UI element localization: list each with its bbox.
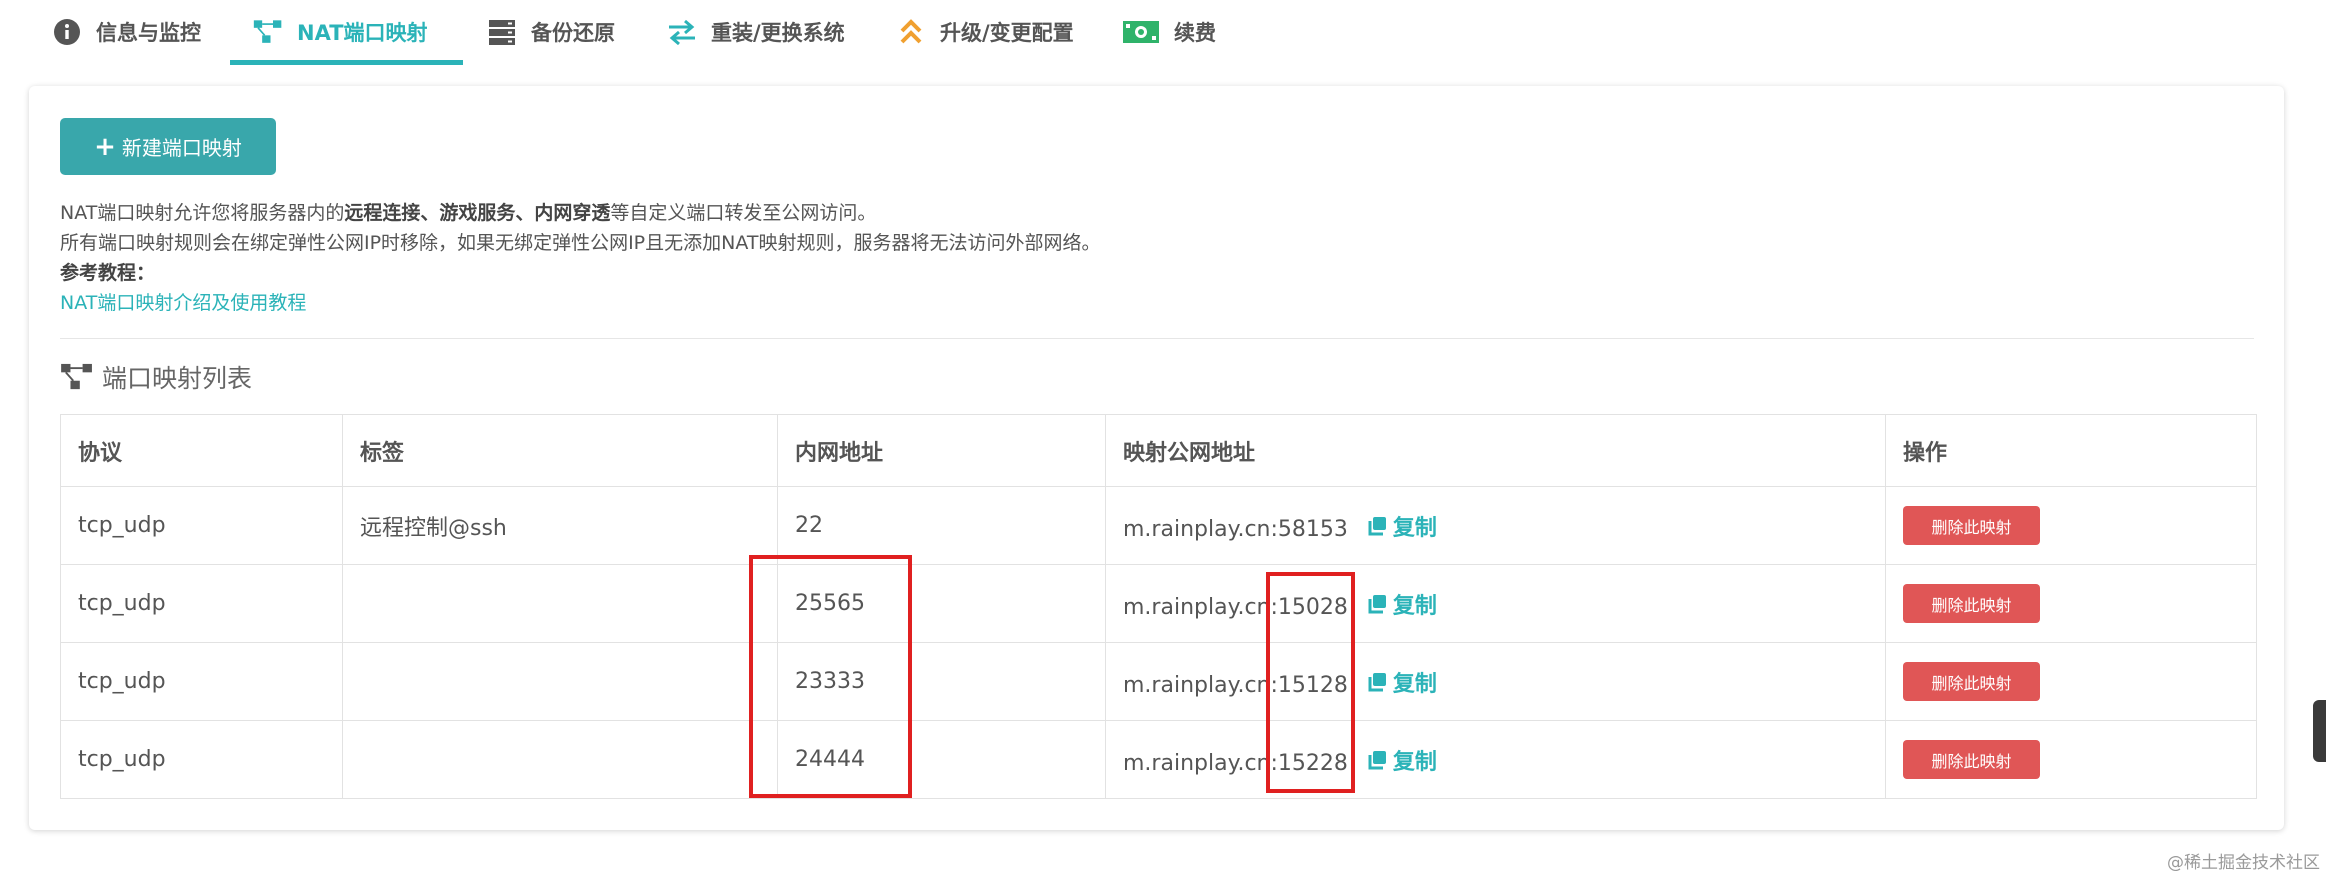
copy-icon [1368,594,1386,613]
reference-link-wrap: NAT端口映射介绍及使用教程 [60,288,306,315]
tab-upgrade-config[interactable]: 升级/变更配置 [896,0,1074,64]
swap-arrows-icon [667,17,697,47]
column-header: 内网地址 [777,414,1106,487]
copy-label: 复制 [1392,671,1437,697]
active-tab-indicator [230,60,463,65]
public-address-cell: m.rainplay.cn:58153 复制 [1105,486,1886,565]
table-row: tcp_udp 24444 m.rainplay.cn:15228 复制 删除此… [60,720,2257,799]
watermark: @稀土掘金技术社区 [2167,853,2320,873]
copy-icon [1368,516,1386,535]
delete-mapping-button[interactable]: 删除此映射 [1903,584,2040,623]
tab-label: 升级/变更配置 [940,21,1074,45]
column-header: 协议 [60,414,343,487]
port-mapping-table: 协议 标签 内网地址 映射公网地址 操作 tcp_udp 远程控制@ssh 22… [60,414,2257,799]
tab-nat-port-mapping[interactable]: NAT端口映射 [253,0,428,64]
protocol-cell: tcp_udp [60,564,343,643]
annotation-box-internal-ports [749,555,912,798]
description-bold: 远程连接、游戏服务、内网穿透 [344,202,611,224]
column-header: 标签 [342,414,778,487]
action-cell: 删除此映射 [1885,486,2257,565]
side-panel-handle[interactable] [2313,700,2326,762]
annotation-box-public-ports [1266,572,1355,793]
new-port-mapping-button[interactable]: + 新建端口映射 [60,118,276,175]
public-address-cell: m.rainplay.cn:15228 复制 [1105,720,1886,799]
action-cell: 删除此映射 [1885,642,2257,721]
list-title: 端口映射列表 [60,360,252,394]
tab-bar: 信息与监控 NAT端口映射 备份还原 重装/更换系统 升级/变更配置 续费 [0,0,2326,66]
description-line-1: NAT端口映射允许您将服务器内的远程连接、游戏服务、内网穿透等自定义端口转发至公… [60,198,876,225]
delete-mapping-button[interactable]: 删除此映射 [1903,662,2040,701]
info-icon [52,17,82,47]
action-cell: 删除此映射 [1885,720,2257,799]
copy-button[interactable]: 复制 [1367,666,1437,698]
tag-cell [342,642,778,721]
tag-cell: 远程控制@ssh [342,486,778,565]
tab-label: 续费 [1174,21,1216,45]
protocol-cell: tcp_udp [60,720,343,799]
tab-reinstall-system[interactable]: 重装/更换系统 [667,0,845,64]
money-icon [1122,17,1160,47]
copy-icon [1368,750,1386,769]
action-cell: 删除此映射 [1885,564,2257,643]
nat-network-icon [253,17,283,47]
description-text: NAT端口映射允许您将服务器内的 [60,202,345,224]
copy-button[interactable]: 复制 [1367,744,1437,776]
table-header-row: 协议 标签 内网地址 映射公网地址 操作 [60,414,2257,487]
description-line-2: 所有端口映射规则会在绑定弹性公网IP时移除，如果无绑定弹性公网IP且无添加NAT… [60,232,1101,254]
copy-icon [1368,672,1386,691]
new-port-mapping-label: 新建端口映射 [121,136,242,160]
reference-label: 参考教程： [60,258,155,285]
copy-button[interactable]: 复制 [1367,510,1437,542]
public-address-cell: m.rainplay.cn:15028 复制 [1105,564,1886,643]
double-chevron-up-icon [896,17,926,47]
tutorial-link[interactable]: NAT端口映射介绍及使用教程 [60,292,306,314]
list-title-text: 端口映射列表 [102,364,253,393]
description-text: 等自定义端口转发至公网访问。 [610,202,877,224]
internal-address-cell: 22 [777,486,1106,565]
delete-mapping-button[interactable]: 删除此映射 [1903,506,2040,545]
tag-cell [342,564,778,643]
tab-label: NAT端口映射 [297,21,428,45]
table-row: tcp_udp 远程控制@ssh 22 m.rainplay.cn:58153 … [60,486,2257,565]
server-icon [487,17,517,47]
table-row: tcp_udp 23333 m.rainplay.cn:15128 复制 删除此… [60,642,2257,721]
tab-label: 重装/更换系统 [711,21,845,45]
plus-icon: + [94,131,116,162]
public-address: m.rainplay.cn:58153 [1123,516,1348,542]
column-header: 映射公网地址 [1105,414,1886,487]
tab-label: 信息与监控 [96,21,201,45]
nat-network-icon [60,362,94,392]
divider [60,338,2254,339]
public-address-cell: m.rainplay.cn:15128 复制 [1105,642,1886,721]
reference-label-text: 参考教程： [60,262,156,284]
copy-label: 复制 [1392,515,1437,541]
nat-mapping-panel: + 新建端口映射 NAT端口映射允许您将服务器内的远程连接、游戏服务、内网穿透等… [29,86,2284,830]
copy-label: 复制 [1392,593,1437,619]
copy-label: 复制 [1392,749,1437,775]
column-header: 操作 [1885,414,2257,487]
tab-label: 备份还原 [531,21,615,45]
delete-mapping-button[interactable]: 删除此映射 [1903,740,2040,779]
tab-renew[interactable]: 续费 [1122,0,1216,64]
protocol-cell: tcp_udp [60,642,343,721]
tag-cell [342,720,778,799]
tab-backup-restore[interactable]: 备份还原 [487,0,615,64]
protocol-cell: tcp_udp [60,486,343,565]
table-row: tcp_udp 25565 m.rainplay.cn:15028 复制 删除此… [60,564,2257,643]
copy-button[interactable]: 复制 [1367,588,1437,620]
tab-info-monitor[interactable]: 信息与监控 [52,0,201,64]
